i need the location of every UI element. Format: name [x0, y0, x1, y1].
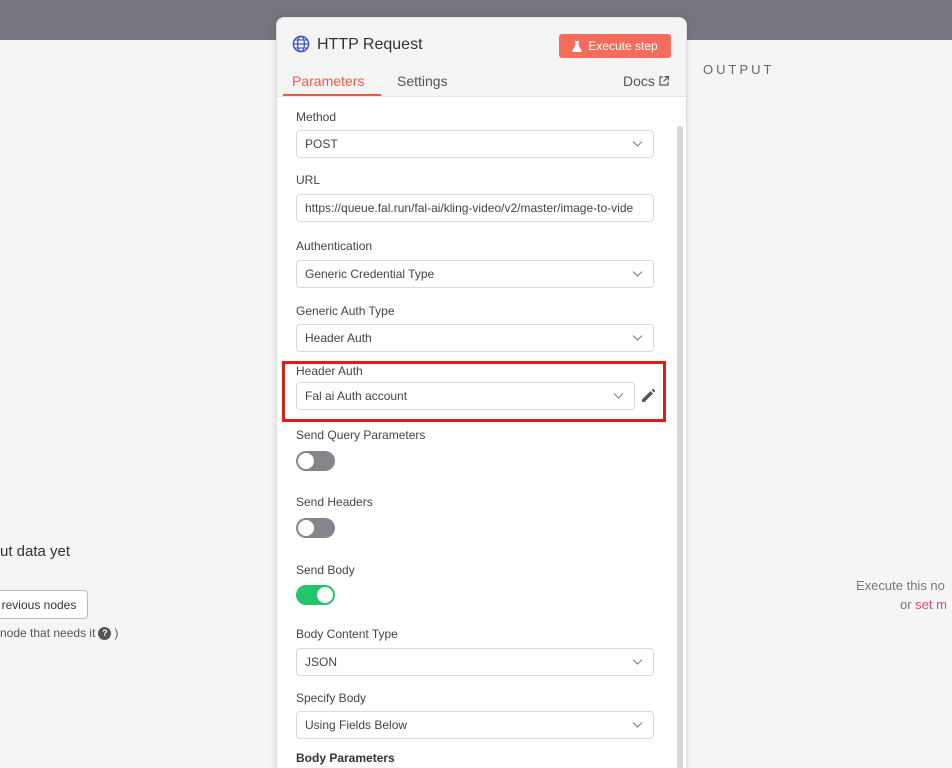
authentication-value: Generic Credential Type: [305, 267, 435, 281]
output-message: Execute this no: [856, 578, 945, 593]
chevron-down-icon: [632, 271, 643, 277]
chevron-down-icon: [632, 335, 643, 341]
pencil-icon[interactable]: [640, 388, 656, 404]
input-empty-title: ut data yet: [0, 543, 71, 560]
authentication-select[interactable]: Generic Credential Type: [296, 260, 654, 288]
input-hint-text: node that needs it: [0, 626, 96, 640]
output-message-line2: or set m: [900, 597, 947, 612]
send-query-parameters-label: Send Query Parameters: [296, 428, 426, 442]
execute-step-label: Execute step: [588, 39, 658, 53]
specify-body-value: Using Fields Below: [305, 718, 408, 732]
chevron-down-icon: [632, 659, 643, 665]
chevron-down-icon: [613, 393, 624, 399]
help-icon[interactable]: ?: [98, 626, 112, 640]
header-auth-label: Header Auth: [296, 364, 363, 378]
globe-icon: [292, 35, 310, 53]
external-link-icon: [659, 76, 669, 86]
specify-body-label: Specify Body: [296, 691, 367, 705]
specify-body-select[interactable]: Using Fields Below: [296, 711, 654, 739]
execute-previous-nodes-button[interactable]: revious nodes: [0, 590, 88, 619]
toggle-knob: [298, 520, 314, 536]
authentication-label: Authentication: [296, 239, 373, 253]
send-body-toggle[interactable]: [296, 585, 335, 605]
input-hint-close: ): [114, 626, 119, 640]
chevron-down-icon: [632, 141, 643, 147]
output-message-prefix: or: [900, 597, 916, 612]
header-auth-value: Fal ai Auth account: [305, 389, 408, 403]
send-headers-label: Send Headers: [296, 495, 373, 509]
node-parameters-panel: HTTP Request Execute step Parameters Set…: [276, 17, 687, 768]
toggle-knob: [298, 453, 314, 469]
chevron-down-icon: [632, 722, 643, 728]
set-mock-data-link[interactable]: set m: [915, 597, 947, 612]
tab-parameters[interactable]: Parameters: [292, 73, 364, 89]
flask-icon: [572, 40, 583, 52]
header-auth-select[interactable]: Fal ai Auth account: [296, 382, 635, 410]
docs-link[interactable]: Docs: [623, 73, 669, 89]
output-label: OUTPUT: [703, 62, 775, 77]
send-body-label: Send Body: [296, 563, 355, 577]
docs-label: Docs: [623, 73, 655, 89]
method-value: POST: [305, 137, 338, 151]
toggle-knob: [317, 587, 333, 603]
method-label: Method: [296, 110, 337, 124]
panel-header: HTTP Request Execute step Parameters Set…: [277, 18, 686, 97]
panel-scrollbar[interactable]: [677, 126, 683, 768]
send-headers-toggle[interactable]: [296, 518, 335, 538]
body-content-type-select[interactable]: JSON: [296, 648, 654, 676]
url-label: URL: [296, 173, 321, 187]
active-tab-indicator: [283, 94, 381, 96]
execute-step-button[interactable]: Execute step: [559, 34, 671, 58]
url-input[interactable]: https://queue.fal.run/fal-ai/kling-video…: [296, 194, 654, 222]
node-title[interactable]: HTTP Request: [317, 36, 423, 54]
send-query-parameters-toggle[interactable]: [296, 451, 335, 471]
method-select[interactable]: POST: [296, 130, 654, 158]
generic-auth-type-value: Header Auth: [305, 331, 372, 345]
generic-auth-type-label: Generic Auth Type: [296, 304, 395, 318]
body-content-type-label: Body Content Type: [296, 627, 398, 641]
input-hint: node that needs it ? ): [0, 626, 118, 640]
url-value: https://queue.fal.run/fal-ai/kling-video…: [305, 201, 634, 215]
tab-settings[interactable]: Settings: [397, 73, 448, 89]
generic-auth-type-select[interactable]: Header Auth: [296, 324, 654, 352]
body-content-type-value: JSON: [305, 655, 338, 669]
body-parameters-label: Body Parameters: [296, 751, 395, 765]
